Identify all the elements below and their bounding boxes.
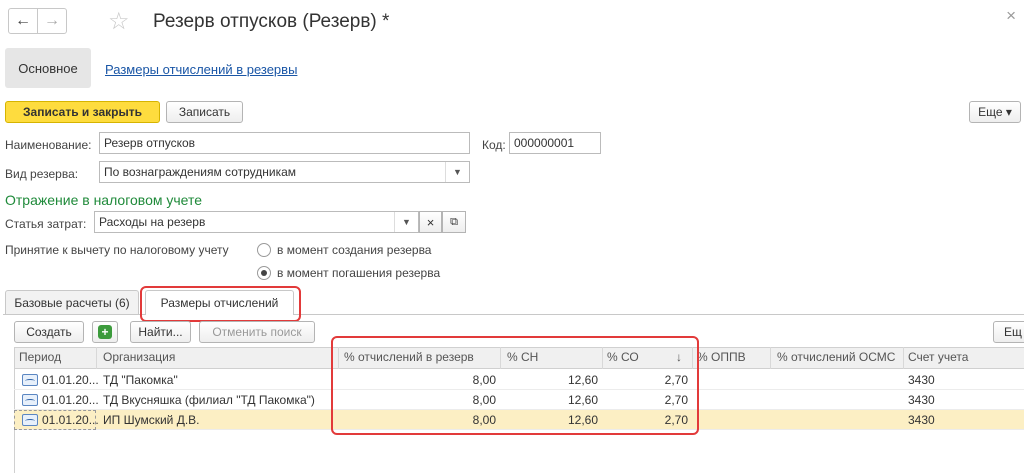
- table-more-button[interactable]: Ещ: [993, 321, 1024, 343]
- cell-period: 01.01.20...: [42, 393, 99, 407]
- arrow-right-icon: →: [44, 12, 60, 29]
- deduction-label: Принятие к вычету по налоговому учету: [5, 243, 229, 257]
- record-icon: [22, 414, 38, 426]
- reserve-type-select[interactable]: По вознаграждениям сотрудникам ▼: [99, 161, 470, 183]
- expense-value: Расходы на резерв: [99, 215, 206, 229]
- forward-button[interactable]: →: [37, 8, 67, 34]
- back-button[interactable]: ←: [8, 8, 38, 34]
- chevron-down-icon[interactable]: ▼: [394, 212, 418, 232]
- close-icon: ×: [426, 214, 435, 230]
- cell-organization: ТД "Пакомка": [103, 373, 178, 387]
- cell-organization: ТД Вкусняшка (филиал "ТД Пакомка"): [103, 393, 315, 407]
- column-header-pct-oppv[interactable]: % ОППВ: [697, 350, 746, 364]
- name-field[interactable]: Резерв отпусков: [99, 132, 470, 154]
- more-button[interactable]: Еще ▾: [969, 101, 1021, 123]
- open-button[interactable]: ⧉: [442, 211, 466, 233]
- code-label: Код:: [482, 138, 506, 152]
- radio-on-creation-label: в момент создания резерва: [277, 243, 432, 257]
- save-and-close-button[interactable]: Записать и закрыть: [5, 101, 160, 123]
- add-copy-button[interactable]: +: [92, 321, 118, 343]
- arrow-left-icon: ←: [15, 12, 31, 29]
- tab-base-calculations[interactable]: Базовые расчеты (6): [5, 290, 139, 314]
- radio-on-repayment[interactable]: [257, 266, 271, 280]
- cell-period: 01.01.20...: [42, 413, 99, 427]
- reserve-type-label: Вид резерва:: [5, 167, 79, 181]
- cell-account: 3430: [908, 373, 935, 387]
- chevron-down-icon[interactable]: ▼: [445, 162, 469, 182]
- radio-selected-dot: [261, 270, 267, 276]
- reserve-type-value: По вознаграждениям сотрудникам: [104, 165, 297, 179]
- column-separator: [903, 347, 904, 369]
- record-icon: [22, 394, 38, 406]
- section-main[interactable]: Основное: [5, 48, 91, 88]
- save-button[interactable]: Записать: [166, 101, 243, 123]
- star-icon[interactable]: ☆: [108, 10, 130, 34]
- column-header-period[interactable]: Период: [19, 350, 61, 364]
- radio-on-creation[interactable]: [257, 243, 271, 257]
- add-icon: +: [98, 325, 112, 339]
- name-label: Наименование:: [5, 138, 92, 152]
- column-header-organization[interactable]: Организация: [103, 350, 175, 364]
- column-header-pct-osms[interactable]: % отчислений ОСМС: [777, 350, 895, 364]
- tab-highlight-box: [140, 286, 301, 322]
- code-field[interactable]: 000000001: [509, 132, 601, 154]
- expense-select[interactable]: Расходы на резерв ▼: [94, 211, 419, 233]
- clear-button[interactable]: ×: [419, 211, 442, 233]
- record-icon: [22, 374, 38, 386]
- create-button[interactable]: Создать: [14, 321, 84, 343]
- expense-label: Статья затрат:: [5, 217, 87, 231]
- find-button[interactable]: Найти...: [130, 321, 191, 343]
- cancel-search-button[interactable]: Отменить поиск: [199, 321, 315, 343]
- column-header-account[interactable]: Счет учета: [908, 350, 968, 364]
- cell-period: 01.01.20...: [42, 373, 99, 387]
- tax-section-header: Отражение в налоговом учете: [5, 192, 203, 208]
- page-title: Резерв отпусков (Резерв) *: [153, 11, 390, 32]
- radio-on-repayment-label: в момент погашения резерва: [277, 266, 441, 280]
- cell-account: 3430: [908, 413, 935, 427]
- percent-columns-highlight-box: [331, 336, 699, 435]
- column-separator: [96, 347, 97, 369]
- column-separator: [770, 347, 771, 369]
- cell-organization: ИП Шумский Д.В.: [103, 413, 200, 427]
- open-window-icon: ⧉: [450, 215, 458, 228]
- cell-account: 3430: [908, 393, 935, 407]
- close-icon[interactable]: ×: [1006, 6, 1016, 26]
- section-link-deductions[interactable]: Размеры отчислений в резервы: [105, 62, 297, 77]
